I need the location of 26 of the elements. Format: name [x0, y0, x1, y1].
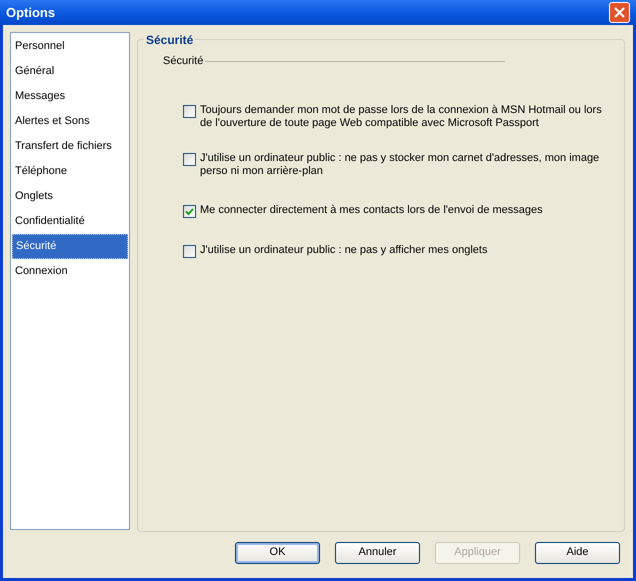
category-item[interactable]: Sécurité	[12, 234, 128, 259]
check-icon	[185, 206, 194, 216]
checkbox[interactable]	[183, 104, 196, 118]
checkbox[interactable]	[183, 244, 196, 258]
option-label: Toujours demander mon mot de passe lors de la connexion à MSN Hotmail ou lors de l'ouverture de toute page Web compatible avec Microsoft Passport	[200, 104, 603, 130]
dialog-button[interactable]: Aide	[535, 542, 620, 564]
category-item[interactable]: Onglets	[12, 184, 128, 209]
checkbox[interactable]	[183, 204, 196, 218]
category-item[interactable]: Transfert de fichiers	[12, 134, 128, 159]
category-item[interactable]: Téléphone	[12, 159, 128, 184]
category-item[interactable]: Personnel	[12, 34, 128, 59]
option-label: Me connecter directement à mes contacts lors de l'envoi de messages	[200, 204, 543, 216]
category-item[interactable]: Connexion	[12, 259, 128, 284]
checkbox[interactable]	[183, 152, 196, 166]
category-item[interactable]: Alertes et Sons	[12, 109, 128, 134]
close-button[interactable]	[609, 2, 630, 23]
group-label: Sécurité	[163, 54, 204, 69]
close-icon	[614, 7, 625, 18]
option-label: J'utilise un ordinateur public : ne pas y stocker mon carnet d'adresses, mon image perso ni mon arrière-plan	[200, 152, 600, 178]
category-item[interactable]: Général	[12, 59, 128, 84]
dialog-button[interactable]: Annuler	[335, 542, 420, 564]
category-item[interactable]: Messages	[12, 84, 128, 109]
category-item[interactable]: Confidentialité	[12, 209, 128, 234]
option-label: J'utilise un ordinateur public : ne pas y afficher mes onglets	[200, 244, 488, 256]
dialog-button[interactable]: OK	[235, 542, 320, 564]
window-title: Options	[6, 4, 56, 22]
